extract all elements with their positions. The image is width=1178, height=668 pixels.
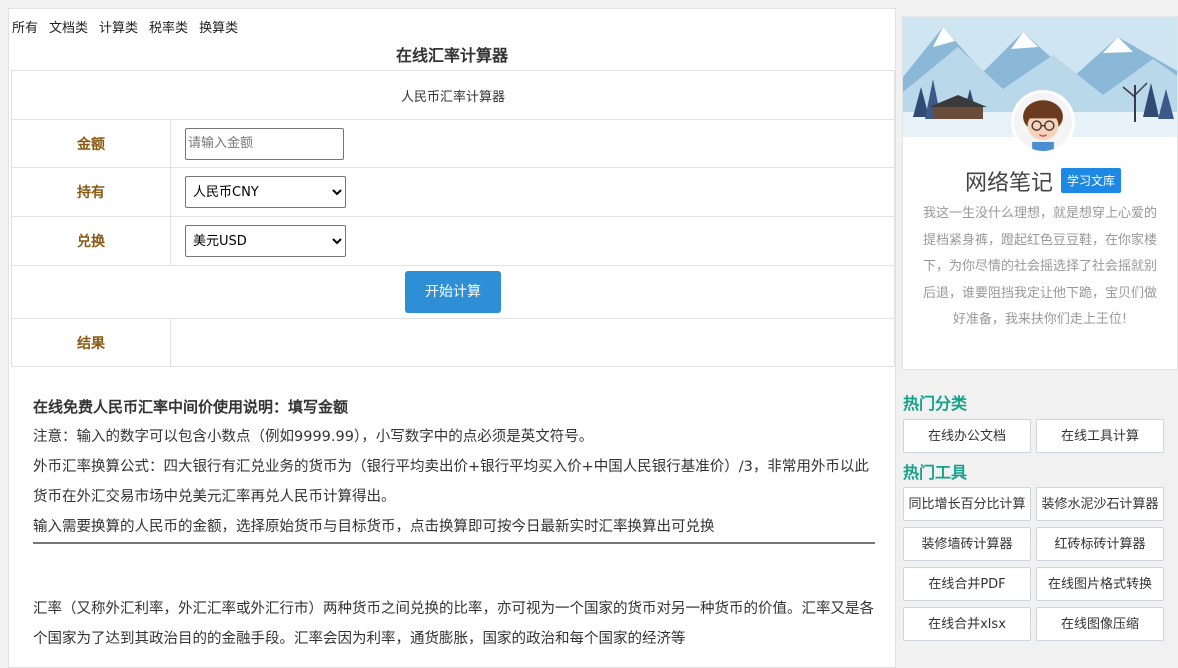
description-note: 注意：输入的数字可以包含小数点（例如9999.99），小写数字中的点必须是英文符… xyxy=(33,429,594,445)
tool-yoy-growth-button[interactable]: 同比增长百分比计算 xyxy=(903,487,1031,521)
amount-label: 金额 xyxy=(11,119,171,168)
result-value xyxy=(170,318,895,367)
tool-wall-tile-button[interactable]: 装修墙砖计算器 xyxy=(903,527,1031,561)
result-label: 结果 xyxy=(11,318,171,367)
calculator-header: 人民币汇率计算器 xyxy=(11,70,895,120)
category-nav: 所有 文档类 计算类 税率类 换算类 xyxy=(12,17,249,36)
description-paragraph: 汇率（又称外汇利率，外汇汇率或外汇行市）两种货币之间兑换的比率，亦可视为一个国家… xyxy=(33,601,874,647)
description-formula: 外币汇率换算公式：四大银行有汇兑业务的货币为（银行平均卖出价+银行平均买入价+中… xyxy=(33,459,869,505)
amount-input[interactable] xyxy=(185,127,344,160)
profile-bio: 我这一生没什么理想，就是想穿上心爱的提档紧身裤，蹬起红色豆豆鞋，在你家楼下，为你… xyxy=(922,206,1157,327)
description-instruction: 输入需要换算的人民币的金额，选择原始货币与目标货币，点击换算即可按今日最新实时汇… xyxy=(33,512,875,544)
nav-all[interactable]: 所有 xyxy=(12,21,38,36)
exchange-label: 兑换 xyxy=(11,216,171,266)
profile-badge[interactable]: 学习文库 xyxy=(1061,168,1122,193)
hot-tools-title: 热门工具 xyxy=(903,463,968,482)
tool-merge-pdf-button[interactable]: 在线合并PDF xyxy=(903,567,1031,601)
start-calculation-button[interactable]: 开始计算 xyxy=(405,271,501,313)
category-online-tools-button[interactable]: 在线工具计算 xyxy=(1036,419,1164,453)
page-title: 在线汇率计算器 xyxy=(395,46,508,65)
tool-red-brick-button[interactable]: 红砖标砖计算器 xyxy=(1036,527,1164,561)
calculator-table: 人民币汇率计算器 金额 持有 人民币CNY 兑换 美元USD xyxy=(11,70,895,367)
tool-image-compress-button[interactable]: 在线图像压缩 xyxy=(1036,607,1164,641)
hot-categories-title: 热门分类 xyxy=(903,394,968,413)
tool-merge-xlsx-button[interactable]: 在线合并xlsx xyxy=(903,607,1031,641)
avatar[interactable] xyxy=(1011,90,1075,154)
nav-documents[interactable]: 文档类 xyxy=(49,21,88,36)
description: 在线免费人民币汇率中间价使用说明：填写金额 注意：输入的数字可以包含小数点（例如… xyxy=(33,392,875,654)
category-office-docs-button[interactable]: 在线办公文档 xyxy=(903,419,1031,453)
nav-calculation[interactable]: 计算类 xyxy=(99,21,138,36)
avatar-face-icon xyxy=(1014,93,1072,151)
profile-name: 网络笔记 xyxy=(965,171,1054,196)
hold-label: 持有 xyxy=(11,167,171,217)
nav-conversion[interactable]: 换算类 xyxy=(199,21,238,36)
tool-cement-sand-button[interactable]: 装修水泥沙石计算器 xyxy=(1036,487,1164,521)
exchange-currency-select[interactable]: 美元USD xyxy=(185,225,346,257)
description-heading: 在线免费人民币汇率中间价使用说明：填写金额 xyxy=(33,398,349,416)
main-panel: 所有文档类计算类税率类换算类 在线汇率计算器 人民币汇率计算器 金额 持有 人民… xyxy=(8,8,896,668)
profile-card: 网络笔记 学习文库 我这一生没什么理想，就是想穿上心爱的提档紧身裤，蹬起红色豆豆… xyxy=(902,16,1178,370)
hold-currency-select[interactable]: 人民币CNY xyxy=(185,176,346,208)
tool-image-convert-button[interactable]: 在线图片格式转换 xyxy=(1036,567,1164,601)
nav-tax[interactable]: 税率类 xyxy=(149,21,188,36)
